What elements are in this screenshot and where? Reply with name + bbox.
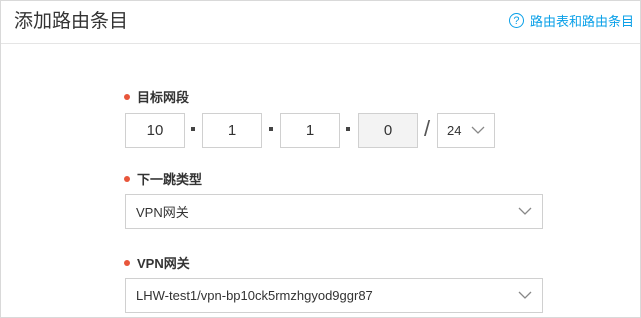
cidr-mask-value: 24 [447, 123, 462, 138]
vpn-gateway-select[interactable]: LHW-test1/vpn-bp10ck5rmzhgyod9ggr87 [125, 278, 543, 313]
required-indicator [124, 259, 130, 266]
ip-octet-1-input[interactable]: 10 [125, 113, 185, 148]
cidr-mask-select[interactable]: 24 [437, 113, 495, 148]
chevron-down-icon [471, 126, 485, 134]
required-indicator [124, 93, 130, 100]
next-hop-type-value: VPN网关 [136, 205, 189, 220]
help-link-label: 路由表和路由条目 [529, 14, 634, 29]
ip-octet-4-input[interactable]: 0 [358, 113, 418, 148]
question-circle-icon: ? [508, 13, 524, 28]
destination-label-text: 目标网段 [137, 90, 190, 105]
next-hop-type-select[interactable]: VPN网关 [125, 194, 543, 229]
vpn-gateway-label: VPN网关 [124, 253, 190, 272]
destination-label: 目标网段 [124, 87, 189, 106]
required-indicator [124, 175, 130, 182]
chevron-down-icon [518, 291, 532, 299]
ip-octet-2-input[interactable]: 1 [202, 113, 262, 148]
ip-dot-separator [346, 127, 350, 131]
next-hop-type-label-text: 下一跳类型 [137, 172, 203, 187]
vpn-gateway-label-text: VPN网关 [137, 256, 190, 271]
chevron-down-icon [518, 207, 532, 215]
cidr-slash: / [424, 116, 431, 141]
dialog-title: 添加路由条目 [14, 11, 129, 32]
add-route-dialog: 添加路由条目 ? 路由表和路由条目 目标网段 10 1 1 0 / 24 下一跳… [0, 0, 641, 318]
ip-dot-separator [191, 127, 195, 131]
vpn-gateway-value: LHW-test1/vpn-bp10ck5rmzhgyod9ggr87 [136, 288, 373, 303]
ip-dot-separator [269, 127, 273, 131]
help-link[interactable]: ? 路由表和路由条目 [508, 11, 634, 30]
ip-octet-3-input[interactable]: 1 [280, 113, 340, 148]
dialog-header: 添加路由条目 ? 路由表和路由条目 [1, 1, 640, 44]
next-hop-type-label: 下一跳类型 [124, 169, 202, 188]
